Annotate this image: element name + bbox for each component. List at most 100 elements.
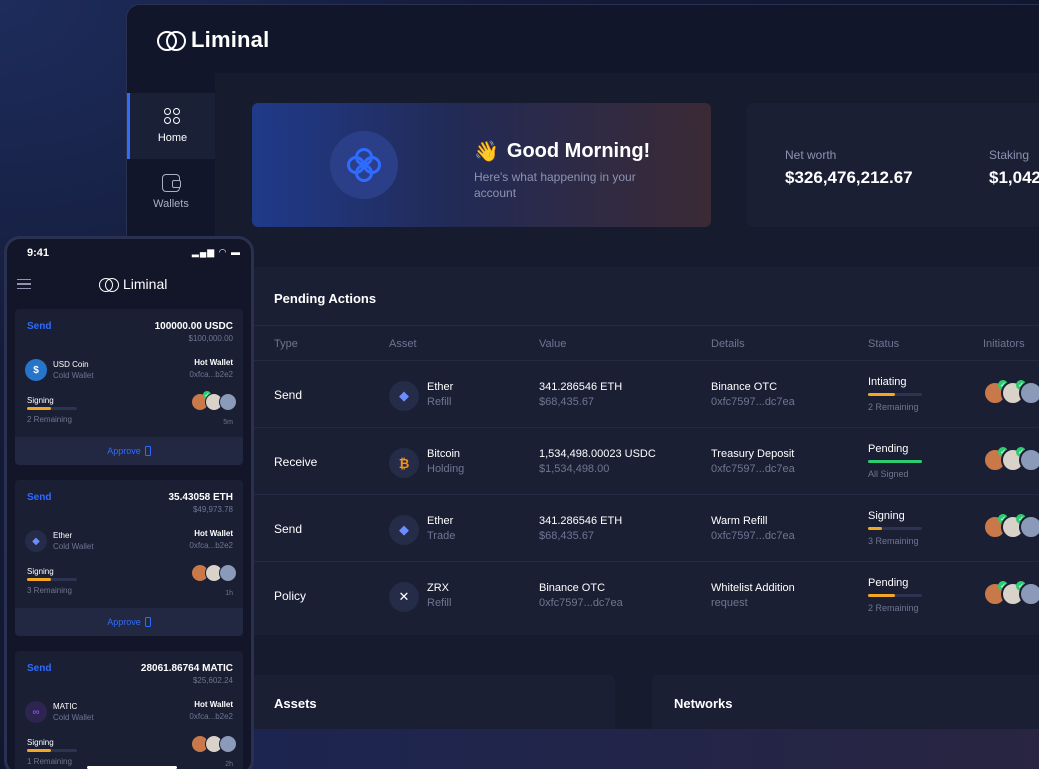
column-header-initiators[interactable]: Initiators <box>983 338 1025 350</box>
wallet-address: 0xfca...b2e2 <box>189 370 233 379</box>
row-details: Whitelist Addition <box>711 582 795 594</box>
liminal-flower-icon <box>330 131 398 199</box>
wallet-address: 0xfca...b2e2 <box>189 712 233 721</box>
asset-name: Ether <box>427 515 454 527</box>
coin-wallet: Cold Wallet <box>53 713 94 722</box>
main-content: 👋 Good Morning! Here's what happening in… <box>215 73 1039 769</box>
row-status-remaining: All Signed <box>868 469 909 479</box>
initiator-avatars[interactable]: ✓ ✓ <box>983 581 1039 606</box>
row-value: 341.286546 ETH <box>539 515 623 527</box>
status-bar: 9:41 ▂▄▆ ◠ ▬ <box>7 239 251 269</box>
table-header: Type Asset Value Details Status Initiato… <box>252 325 1039 361</box>
initiator-avatars[interactable]: ✓ ✓ <box>983 447 1039 472</box>
staking-stat: Staking $1,042 <box>989 148 1039 187</box>
asset-sub: Refill <box>427 597 452 609</box>
asset-sub: Holding <box>427 463 465 475</box>
pending-actions-table: Pending Actions Type Asset Value Details… <box>252 267 1039 635</box>
liminal-logo-icon <box>99 277 119 292</box>
column-header-status[interactable]: Status <box>868 338 899 350</box>
status-progress-bar <box>868 527 922 530</box>
row-value-usd: $1,534,498.00 <box>539 463 610 475</box>
table-row[interactable]: Send ◆ Ether Trade 341.286546 ETH $68,43… <box>252 495 1039 562</box>
brand-logo: Liminal <box>99 276 167 292</box>
ethereum-icon: ◆ <box>389 515 419 545</box>
mobile-app: 9:41 ▂▄▆ ◠ ▬ Liminal Send 100000.00 USDC… <box>4 236 254 769</box>
signing-status: Signing <box>27 396 54 405</box>
approve-button[interactable]: Approve <box>15 437 243 465</box>
avatar <box>1019 448 1039 472</box>
amount: 35.43058 ETH <box>168 492 234 503</box>
amount: 28061.86764 MATIC <box>140 663 233 674</box>
waving-hand-icon: 👋 <box>474 141 499 163</box>
column-header-details[interactable]: Details <box>711 338 745 350</box>
column-header-type[interactable]: Type <box>274 338 298 350</box>
table-row[interactable]: Send ◆ Ether Refill 341.286546 ETH $68,4… <box>252 361 1039 428</box>
ethereum-icon: ◆ <box>25 530 47 552</box>
signal-wifi-battery-icon: ▂▄▆ ◠ ▬ <box>191 247 241 257</box>
asset-sub: Refill <box>427 396 452 408</box>
menu-icon[interactable] <box>17 279 31 289</box>
greeting-subtitle: Here's what happening in your account <box>474 170 636 200</box>
signing-status: Signing <box>27 567 54 576</box>
avatar <box>219 564 237 582</box>
row-status-remaining: 2 Remaining <box>868 402 919 412</box>
table-row[interactable]: Receive ₿ Bitcoin Holding 1,534,498.0002… <box>252 428 1039 495</box>
row-status: Signing <box>868 510 905 522</box>
initiator-avatars[interactable]: ✓ ✓ <box>983 380 1039 405</box>
row-value: 1,534,498.00023 USDC <box>539 448 656 460</box>
assets-card: Assets <box>252 675 615 735</box>
sidebar-item-wallets[interactable]: Wallets <box>127 159 215 225</box>
coin-name: Ether <box>53 531 73 540</box>
remaining-count: 2 Remaining <box>27 415 72 424</box>
row-value-usd: $68,435.67 <box>539 530 595 542</box>
initiator-avatars[interactable]: ✓ ✓ <box>983 514 1039 539</box>
signer-avatars <box>191 735 237 753</box>
row-status: Intiating <box>868 376 907 388</box>
asset-name: Bitcoin <box>427 448 461 460</box>
row-status-remaining: 3 Remaining <box>868 536 919 546</box>
section-title: Networks <box>674 696 733 711</box>
status-progress-bar <box>868 594 922 597</box>
sidebar-item-home[interactable]: Home <box>127 93 215 159</box>
avatar <box>219 393 237 411</box>
table-row[interactable]: Policy ✕ ZRX Refill Binance OTC 0xfc7597… <box>252 562 1039 629</box>
row-value-usd: $68,435.67 <box>539 396 595 408</box>
signer-avatars <box>191 564 237 582</box>
row-value: 341.286546 ETH <box>539 381 623 393</box>
transaction-card[interactable]: Send 35.43058 ETH $49,973.78 ◆ Ether Col… <box>15 480 243 636</box>
timestamp: 5m <box>223 419 233 426</box>
section-title: Assets <box>274 696 317 711</box>
column-header-asset[interactable]: Asset <box>389 338 417 350</box>
section-title: Pending Actions <box>274 291 377 306</box>
desktop-window: Liminal Home Wallets 👋 Good Morning! Her… <box>126 4 1039 769</box>
remaining-count: 1 Remaining <box>27 757 72 766</box>
mobile-header: Liminal <box>7 269 251 303</box>
greeting-title: 👋 Good Morning! <box>474 140 651 163</box>
bottom-panel <box>252 729 1039 769</box>
row-address: 0xfc7597...dc7ea <box>711 396 795 408</box>
portfolio-stats: Net worth $326,476,212.67 Staking $1,042 <box>747 103 1039 227</box>
row-address: 0xfc7597...dc7ea <box>711 530 795 542</box>
destination-wallet: Hot Wallet <box>194 529 233 538</box>
row-details: Treasury Deposit <box>711 448 795 460</box>
coin-wallet: Cold Wallet <box>53 371 94 380</box>
brand-logo[interactable]: Liminal <box>157 27 269 53</box>
transaction-card[interactable]: Send 100000.00 USDC $100,000.00 $ USD Co… <box>15 309 243 465</box>
status-time: 9:41 <box>27 247 50 259</box>
signing-status: Signing <box>27 738 54 747</box>
approve-button[interactable]: Approve <box>15 608 243 636</box>
destination-wallet: Hot Wallet <box>194 700 233 709</box>
avatar <box>1019 381 1039 405</box>
bitcoin-icon: ₿ <box>389 448 419 478</box>
column-header-value[interactable]: Value <box>539 338 566 350</box>
row-value: Binance OTC <box>539 582 606 594</box>
signer-avatars: ✓ <box>191 391 237 411</box>
usdc-icon: $ <box>25 359 47 381</box>
timestamp: 1h <box>225 590 233 597</box>
liminal-logo-icon <box>157 30 186 51</box>
transaction-card[interactable]: Send 28061.86764 MATIC $25,602.24 ∞ MATI… <box>15 651 243 769</box>
wallet-address: 0xfca...b2e2 <box>189 541 233 550</box>
row-type: Policy <box>274 589 307 603</box>
net-worth-stat: Net worth $326,476,212.67 <box>785 148 913 187</box>
coin-name: USD Coin <box>53 360 89 369</box>
